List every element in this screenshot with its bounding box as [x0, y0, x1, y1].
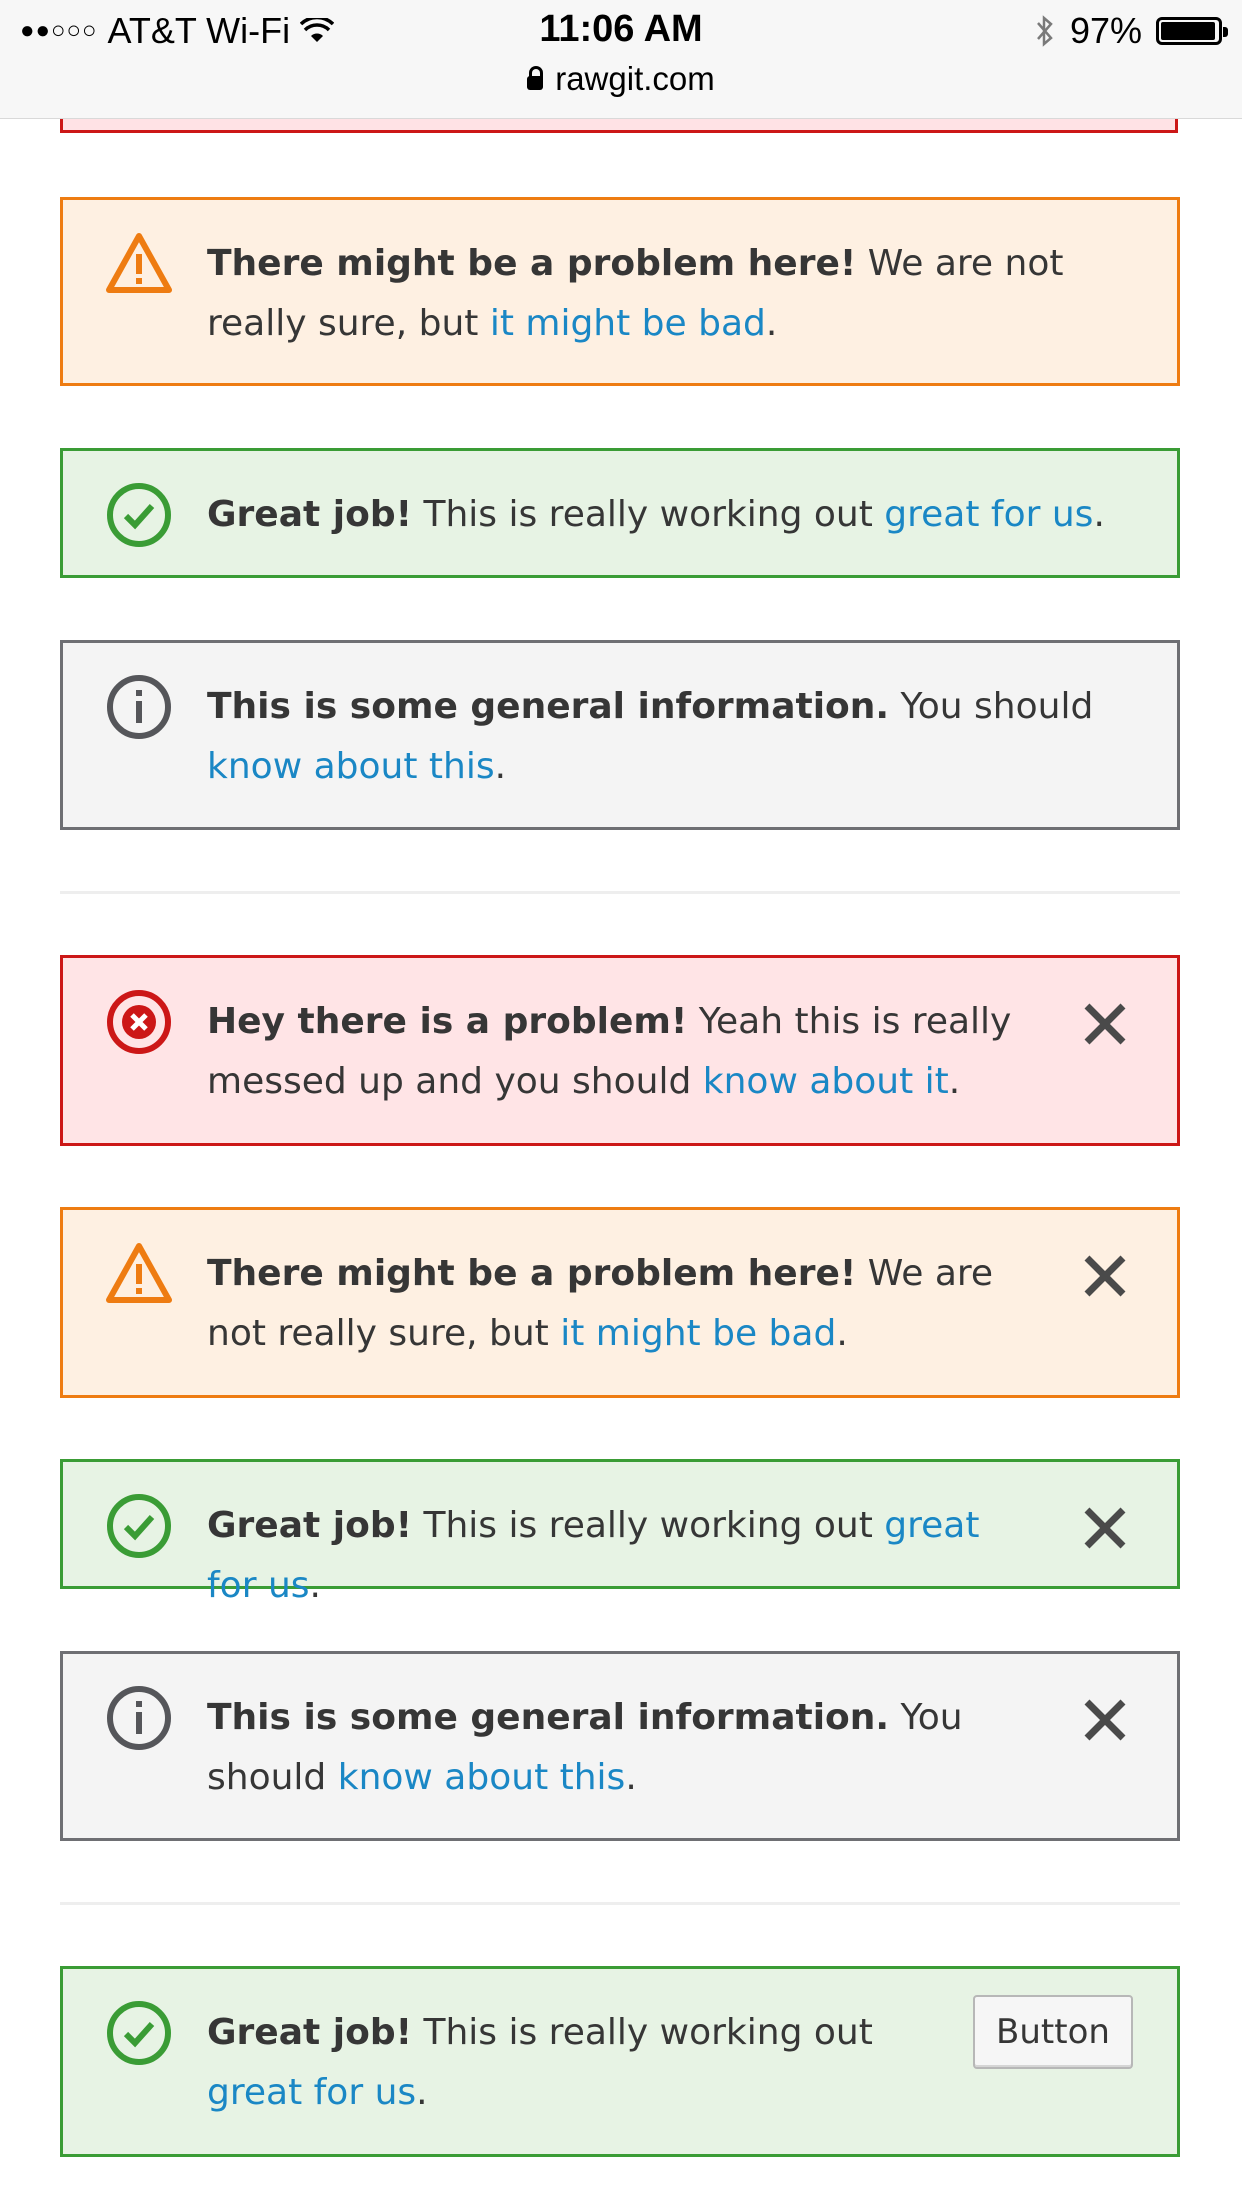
- close-icon[interactable]: [1077, 1692, 1133, 1748]
- check-circle-icon: [107, 2001, 171, 2065]
- address-bar[interactable]: rawgit.com: [0, 60, 1242, 98]
- success-alert: Great job! This is really working out gr…: [60, 448, 1180, 578]
- info-icon: [107, 1686, 171, 1750]
- battery-percent: 97%: [1069, 10, 1142, 51]
- warning-alert: There might be a problem here! We are no…: [60, 197, 1180, 386]
- close-icon[interactable]: [1077, 1248, 1133, 1304]
- alert-action-button[interactable]: Button: [973, 1995, 1133, 2069]
- alert-end: .: [494, 746, 507, 787]
- alert-link[interactable]: great for us: [884, 494, 1093, 535]
- alert-end: .: [309, 1565, 321, 1606]
- alert-link[interactable]: great for us: [207, 2072, 416, 2113]
- error-alert-cutoff: [60, 119, 1178, 133]
- alert-body: This is really working out: [423, 2012, 873, 2053]
- alert-body: This is really working out: [423, 1505, 873, 1546]
- alert-title: Great job!: [207, 1505, 413, 1546]
- status-right: 97%: [1034, 10, 1228, 52]
- success-alert-with-button: Great job! This is really working out gr…: [60, 1966, 1180, 2157]
- alert-link[interactable]: know about this: [207, 746, 495, 787]
- alert-title: Great job!: [207, 494, 413, 535]
- status-bar: ●●○○○ AT&T Wi-Fi 11:06 AM 97% rawgit.com: [0, 0, 1242, 119]
- error-alert: Hey there is a problem! Yeah this is rea…: [60, 955, 1180, 1146]
- alert-message: There might be a problem here! We are no…: [207, 1244, 1017, 1364]
- warning-alert: There might be a problem here! We are no…: [60, 1207, 1180, 1398]
- lock-icon: [527, 66, 544, 90]
- alert-end: .: [836, 1313, 848, 1354]
- battery-icon: [1156, 17, 1228, 45]
- alert-message: This is some general information. You sh…: [207, 677, 1133, 797]
- alert-message: Great job! This is really working out gr…: [207, 2003, 967, 2123]
- alert-end: .: [948, 1061, 961, 1102]
- alert-body: You should: [900, 686, 1094, 727]
- alert-body: This is really working out: [423, 494, 873, 535]
- alert-title: Hey there is a problem!: [207, 1001, 688, 1042]
- section-divider: [60, 1902, 1180, 1905]
- alert-title: This is some general information.: [207, 1697, 890, 1738]
- alert-message: Hey there is a problem! Yeah this is rea…: [207, 992, 1017, 1112]
- alert-title: Great job!: [207, 2012, 413, 2053]
- alert-end: .: [1093, 494, 1105, 535]
- success-alert: Great job! This is really working out gr…: [60, 1459, 1180, 1606]
- alert-link[interactable]: it might be bad: [560, 1313, 836, 1354]
- error-circle-icon: [107, 990, 171, 1054]
- warning-icon: [106, 1243, 172, 1303]
- url-text: rawgit.com: [555, 60, 715, 97]
- alert-end: .: [765, 303, 778, 344]
- info-icon: [107, 675, 171, 739]
- info-alert: This is some general information. You sh…: [60, 1651, 1180, 1841]
- close-icon[interactable]: [1077, 1500, 1133, 1556]
- alert-end: .: [416, 2072, 428, 2113]
- alert-title: There might be a problem here!: [207, 243, 857, 284]
- alert-link[interactable]: know about it: [703, 1061, 949, 1102]
- alert-title: There might be a problem here!: [207, 1253, 857, 1294]
- alert-link[interactable]: it might be bad: [490, 303, 766, 344]
- check-circle-icon: [107, 483, 171, 547]
- check-circle-icon: [107, 1494, 171, 1558]
- bluetooth-icon: [1036, 15, 1053, 47]
- alert-end: .: [625, 1757, 637, 1798]
- alert-message: Great job! This is really working out gr…: [207, 1496, 1017, 1616]
- info-alert: This is some general information. You sh…: [60, 640, 1180, 830]
- warning-icon: [106, 233, 172, 293]
- alert-link[interactable]: know about this: [338, 1757, 626, 1798]
- alert-message: There might be a problem here! We are no…: [207, 234, 1133, 354]
- alert-message: Great job! This is really working out gr…: [207, 485, 1133, 545]
- close-icon[interactable]: [1077, 996, 1133, 1052]
- alert-title: This is some general information.: [207, 686, 890, 727]
- section-divider: [60, 891, 1180, 894]
- alert-message: This is some general information. You sh…: [207, 1688, 1017, 1808]
